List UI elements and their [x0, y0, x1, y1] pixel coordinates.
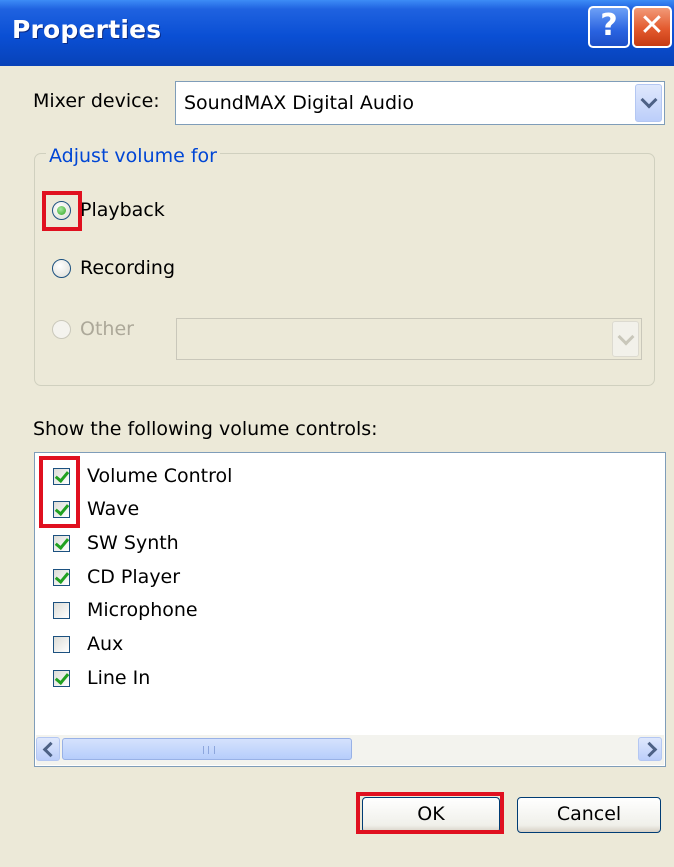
radio-playback-label[interactable]: Playback [80, 199, 165, 221]
checkbox-aux[interactable] [53, 636, 70, 653]
list-item[interactable]: Line In [87, 667, 150, 689]
checkmark-icon [54, 669, 70, 686]
highlight-ok-button [356, 792, 504, 834]
highlight-checkboxes [39, 456, 80, 528]
close-button[interactable]: ✕ [632, 6, 672, 48]
title-bar: Properties ? ✕ [0, 0, 674, 66]
scroll-right-button[interactable] [638, 737, 662, 761]
mixer-device-value: SoundMAX Digital Audio [184, 92, 414, 114]
checkmark-icon [54, 534, 70, 551]
scrollbar-thumb[interactable] [62, 738, 352, 760]
volume-controls-list[interactable]: Volume Control Wave SW Synth CD Player M… [34, 452, 666, 767]
horizontal-scrollbar[interactable] [36, 735, 664, 765]
list-item[interactable]: CD Player [87, 566, 180, 588]
list-item[interactable]: Microphone [87, 599, 198, 621]
highlight-playback [42, 191, 82, 231]
help-button[interactable]: ? [588, 6, 630, 48]
mixer-device-select[interactable]: SoundMAX Digital Audio [175, 81, 665, 125]
checkbox-microphone[interactable] [53, 602, 70, 619]
checkbox-line-in[interactable] [53, 669, 70, 687]
adjust-volume-legend: Adjust volume for [46, 145, 220, 167]
list-item[interactable]: Aux [87, 633, 123, 655]
checkbox-sw-synth[interactable] [53, 534, 70, 552]
volume-controls-label: Show the following volume controls: [33, 418, 378, 440]
radio-recording[interactable] [52, 259, 71, 278]
cancel-button[interactable]: Cancel [517, 797, 661, 833]
chevron-down-icon [617, 328, 635, 346]
chevron-left-icon [42, 741, 59, 758]
list-item[interactable]: SW Synth [87, 532, 179, 554]
checkmark-icon [54, 568, 70, 585]
list-item[interactable]: Wave [87, 498, 139, 520]
close-icon: ✕ [639, 8, 665, 43]
radio-other-label: Other [80, 318, 134, 340]
radio-recording-label[interactable]: Recording [80, 257, 175, 279]
radio-other [52, 320, 71, 339]
help-icon: ? [600, 8, 618, 43]
chevron-down-icon [640, 91, 658, 109]
scroll-left-button[interactable] [36, 737, 60, 761]
chevron-right-icon [641, 741, 658, 758]
other-dropdown-button [612, 321, 639, 357]
other-device-select [176, 318, 642, 360]
list-item[interactable]: Volume Control [87, 465, 232, 487]
mixer-device-label: Mixer device: [33, 90, 160, 112]
checkbox-cd-player[interactable] [53, 568, 70, 586]
mixer-dropdown-button[interactable] [635, 84, 662, 122]
grip-icon [203, 746, 215, 754]
window-title: Properties [12, 15, 162, 44]
